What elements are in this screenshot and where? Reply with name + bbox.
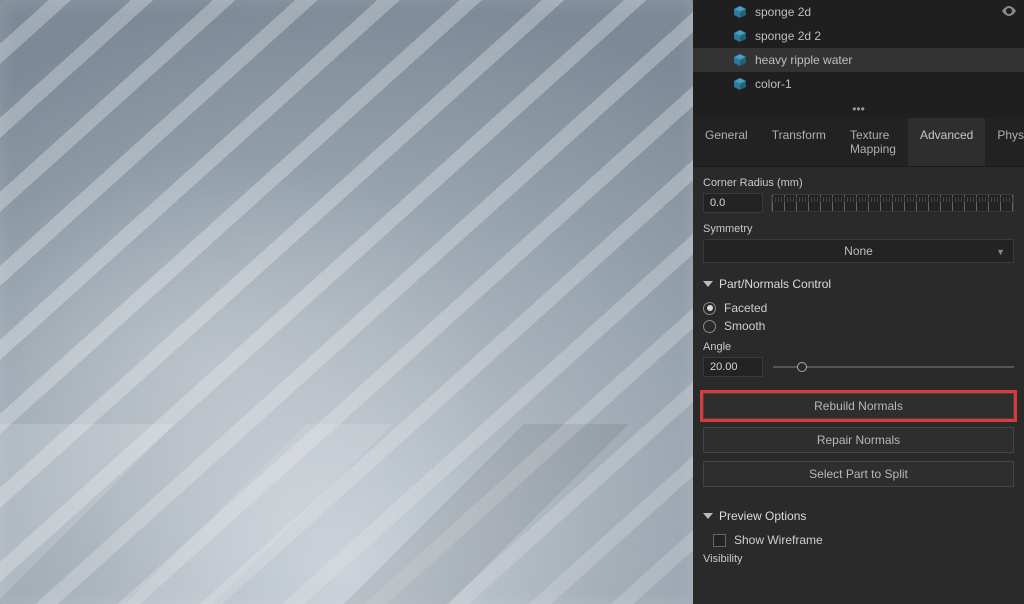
tab-advanced[interactable]: Advanced <box>908 118 985 166</box>
tab-general[interactable]: General <box>693 118 760 166</box>
scene-item-sponge-2d-2[interactable]: sponge 2d 2 <box>693 24 1024 48</box>
properties-tabs: General Transform Texture Mapping Advanc… <box>693 118 1024 167</box>
tab-physics[interactable]: Physics <box>985 118 1024 166</box>
visibility-label: Visibility <box>703 553 1014 565</box>
mesh-icon <box>733 53 747 67</box>
chevron-down-icon <box>703 513 713 519</box>
scene-item-sponge-2d[interactable]: sponge 2d <box>693 0 1024 24</box>
chevron-down-icon <box>703 281 713 287</box>
radio-label: Faceted <box>724 301 767 315</box>
advanced-panel: Corner Radius (mm) Symmetry None ▼ Part/… <box>693 167 1024 604</box>
scene-item-color-1[interactable]: color-1 <box>693 72 1024 96</box>
scene-item-label: heavy ripple water <box>755 53 852 67</box>
part-normals-section-header[interactable]: Part/Normals Control <box>703 277 1014 291</box>
scene-item-label: color-1 <box>755 77 792 91</box>
chevron-down-icon: ▼ <box>996 247 1005 257</box>
scene-tree: sponge 2d sponge 2d 2 heavy ripple water… <box>693 0 1024 100</box>
radio-icon <box>703 302 716 315</box>
corner-radius-scrubber[interactable] <box>771 194 1014 212</box>
corner-radius-label: Corner Radius (mm) <box>703 177 1014 189</box>
visibility-icon[interactable] <box>1002 5 1016 19</box>
tab-transform[interactable]: Transform <box>760 118 838 166</box>
angle-slider[interactable] <box>773 360 1014 374</box>
checkbox-icon <box>713 534 726 547</box>
slider-thumb[interactable] <box>797 362 807 372</box>
preview-options-section-header[interactable]: Preview Options <box>703 509 1014 523</box>
mesh-icon <box>733 77 747 91</box>
section-title: Preview Options <box>719 509 806 523</box>
scene-item-label: sponge 2d <box>755 5 811 19</box>
slider-track <box>773 366 1014 368</box>
scene-item-heavy-ripple-water[interactable]: heavy ripple water <box>693 48 1024 72</box>
radio-smooth[interactable]: Smooth <box>703 319 1014 333</box>
radio-icon <box>703 320 716 333</box>
show-wireframe-checkbox-row[interactable]: Show Wireframe <box>713 533 1014 547</box>
panel-drag-handle[interactable]: ••• <box>693 100 1024 118</box>
checkbox-label: Show Wireframe <box>734 533 823 547</box>
angle-label: Angle <box>703 341 1014 353</box>
symmetry-select[interactable]: None ▼ <box>703 239 1014 263</box>
symmetry-label: Symmetry <box>703 223 1014 235</box>
section-title: Part/Normals Control <box>719 277 831 291</box>
mesh-icon <box>733 29 747 43</box>
radio-faceted[interactable]: Faceted <box>703 301 1014 315</box>
properties-sidebar: sponge 2d sponge 2d 2 heavy ripple water… <box>693 0 1024 604</box>
tab-texture-mapping[interactable]: Texture Mapping <box>838 118 908 166</box>
angle-input[interactable] <box>703 357 763 377</box>
viewport-3d[interactable] <box>0 0 693 604</box>
corner-radius-input[interactable] <box>703 193 763 213</box>
mesh-icon <box>733 5 747 19</box>
symmetry-value: None <box>844 244 873 258</box>
viewport-vignette <box>0 0 693 604</box>
scene-item-label: sponge 2d 2 <box>755 29 821 43</box>
repair-normals-button[interactable]: Repair Normals <box>703 427 1014 453</box>
rebuild-normals-button[interactable]: Rebuild Normals <box>703 393 1014 419</box>
radio-label: Smooth <box>724 319 765 333</box>
select-part-to-split-button[interactable]: Select Part to Split <box>703 461 1014 487</box>
